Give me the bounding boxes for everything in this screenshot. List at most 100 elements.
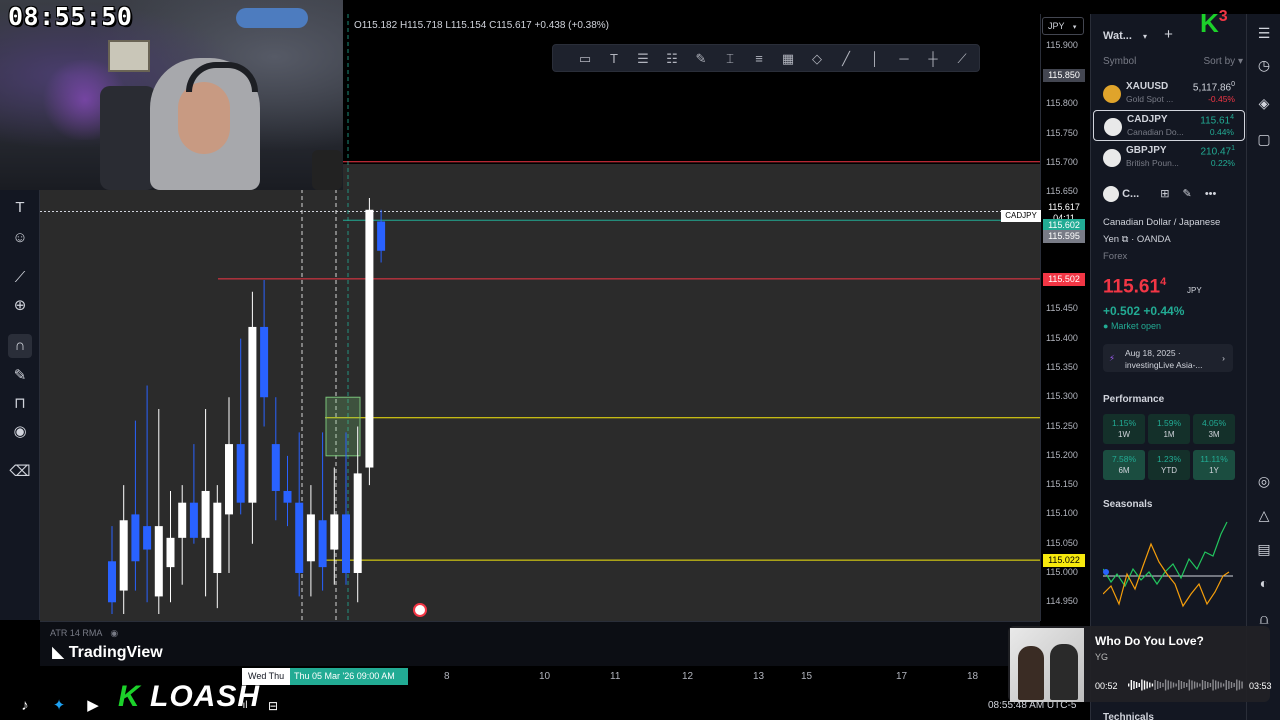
magnet-icon[interactable]: ∩ [8, 334, 32, 358]
candle[interactable] [306, 485, 315, 597]
align-tool-icon[interactable]: ☰ [633, 49, 653, 69]
candle[interactable] [330, 467, 339, 585]
candle[interactable] [154, 408, 163, 614]
wave-bar [1230, 682, 1233, 688]
grid-tool-icon[interactable]: ▦ [778, 49, 798, 69]
symbol-price: 210.471 [1200, 145, 1236, 158]
market-status: ● Market open [1103, 321, 1161, 331]
indicator-pane[interactable]: ATR 14 RMA ◉ ◣ TradingView [40, 621, 1040, 666]
seasonals-chart[interactable] [1103, 514, 1233, 624]
candle[interactable] [318, 432, 327, 591]
brush-tool-icon[interactable]: ✎ [691, 49, 711, 69]
candle[interactable] [201, 408, 210, 597]
lock-icon[interactable]: ⊓ [8, 392, 32, 416]
paint-tool-icon[interactable]: ⟋ [952, 49, 972, 69]
text-icon[interactable]: T [8, 196, 32, 220]
lines-tool-icon[interactable]: ≡ [749, 49, 769, 69]
time-tick-label: 17 [896, 671, 908, 682]
ideas-icon[interactable]: △ [1253, 504, 1275, 526]
eye-icon[interactable]: ◉ [110, 628, 118, 638]
candle[interactable] [248, 291, 257, 544]
price-tick-label: 115.300 [1046, 391, 1078, 402]
candle[interactable] [271, 397, 280, 521]
horizontal-line-tool-icon[interactable]: ─ [894, 49, 914, 69]
symbol-ticker: GBPJPY [1126, 145, 1167, 156]
watchlist-row[interactable]: GBPJPY British Poun... 210.471 0.22% [1093, 142, 1245, 173]
watchlist-header[interactable]: Wat... ▾ + [1103, 26, 1173, 43]
wave-bar [1188, 679, 1191, 691]
candle[interactable] [283, 455, 292, 527]
currency-selector[interactable]: JPY ▾ [1042, 17, 1084, 35]
calendar-icon[interactable]: ▤ [1253, 538, 1275, 560]
pencil-lock-icon[interactable]: ✎ [8, 364, 32, 388]
candle[interactable] [166, 490, 175, 603]
entry-zone[interactable] [325, 396, 361, 457]
eye-icon[interactable]: ◉ [8, 420, 32, 444]
ellipse-tool-icon[interactable]: ◇ [807, 49, 827, 69]
performance-cell[interactable]: 4.05% 3M [1193, 414, 1235, 444]
edit-icon[interactable]: ✎ [1183, 188, 1192, 200]
stream-clock: 08:55:50 [8, 2, 133, 31]
performance-title: Performance [1103, 394, 1165, 405]
candle[interactable] [108, 526, 116, 614]
candle[interactable] [260, 280, 269, 427]
news-item[interactable]: ⚡ Aug 18, 2025 · investingLive Asia-... … [1103, 344, 1233, 372]
candle[interactable] [236, 338, 245, 515]
trendline-tool-icon[interactable]: ╱ [836, 49, 856, 69]
performance-cell[interactable]: 1.23% YTD [1148, 450, 1190, 480]
performance-period: YTD [1161, 466, 1177, 475]
watchlist-row[interactable]: CADJPY Canadian Do... 115.614 0.44% [1093, 110, 1245, 141]
now-playing-widget: Who Do You Love? YG 00:52 03:53 [1008, 626, 1272, 702]
performance-cell[interactable]: 1.15% 1W [1103, 414, 1145, 444]
price-tick-label: 115.250 [1046, 420, 1078, 431]
measure-tool-icon[interactable]: ⌶ [720, 49, 740, 69]
list-tool-icon[interactable]: ☷ [662, 49, 682, 69]
horizontal-ray-tool-icon[interactable]: ┼ [923, 49, 943, 69]
more-icon[interactable]: ••• [1205, 188, 1217, 200]
alert-clock-icon[interactable]: ◷ [1253, 54, 1275, 76]
wave-bar [1212, 679, 1214, 691]
price-axis[interactable]: 115.900 115.800 115.750 115.700 115.650 115.4… [1040, 14, 1088, 621]
song-total: 03:53 [1249, 681, 1272, 691]
candle[interactable] [119, 485, 128, 614]
corner-badge: K3 [1200, 8, 1250, 38]
event-flag-icon[interactable] [413, 603, 427, 617]
chat-icon[interactable]: ▢ [1253, 128, 1275, 150]
text-tool-icon[interactable]: T [604, 49, 624, 69]
wave-bar [1151, 683, 1154, 687]
candle[interactable] [178, 485, 187, 585]
layers-icon[interactable]: ◈ [1253, 92, 1275, 114]
performance-cell[interactable]: 7.58% 6M [1103, 450, 1145, 480]
rectangle-tool-icon[interactable]: ▭ [575, 49, 595, 69]
candle[interactable] [189, 444, 198, 544]
column-symbol[interactable]: Symbol [1103, 56, 1136, 67]
add-symbol-icon[interactable]: + [1164, 26, 1173, 43]
candle[interactable] [365, 198, 374, 486]
stream-icon[interactable]: ◐ [1253, 572, 1275, 594]
performance-cell[interactable]: 11.11% 1Y [1193, 450, 1235, 480]
watchlist-row[interactable]: XAUUSD Gold Spot ... 5,117.860 -0.45% [1093, 78, 1245, 109]
webcam-face [178, 82, 230, 154]
performance-cell[interactable]: 1.59% 1M [1148, 414, 1190, 444]
candle[interactable] [377, 209, 386, 263]
emoji-icon[interactable]: ☺ [8, 226, 32, 250]
detail-fullname: Canadian Dollar / Japanese Yen ⧉ · OANDA… [1103, 217, 1221, 262]
wave-bar [1186, 683, 1188, 687]
candle[interactable] [225, 397, 233, 573]
ruler-icon[interactable]: ⟋ [8, 266, 32, 290]
vertical-line-tool-icon[interactable]: │ [865, 49, 885, 69]
column-sort[interactable]: Sort by ▾ [1204, 56, 1244, 67]
watchlist-icon[interactable]: ☰ [1253, 22, 1275, 44]
wave-bar [1149, 682, 1151, 688]
candle[interactable] [213, 485, 222, 609]
candle[interactable] [131, 420, 140, 591]
target-icon[interactable]: ◎ [1253, 470, 1275, 492]
grid-icon[interactable]: ⊞ [1160, 188, 1169, 200]
external-link-icon[interactable]: ⧉ [1122, 234, 1129, 245]
candle[interactable] [143, 385, 152, 603]
price-tick-label: 115.450 [1046, 303, 1078, 314]
symbol-change: 0.44% [1209, 127, 1234, 137]
trash-icon[interactable]: ⌫ [8, 460, 32, 484]
zoom-icon[interactable]: ⊕ [8, 294, 32, 318]
tiktok-icon: ♪ [21, 697, 29, 714]
